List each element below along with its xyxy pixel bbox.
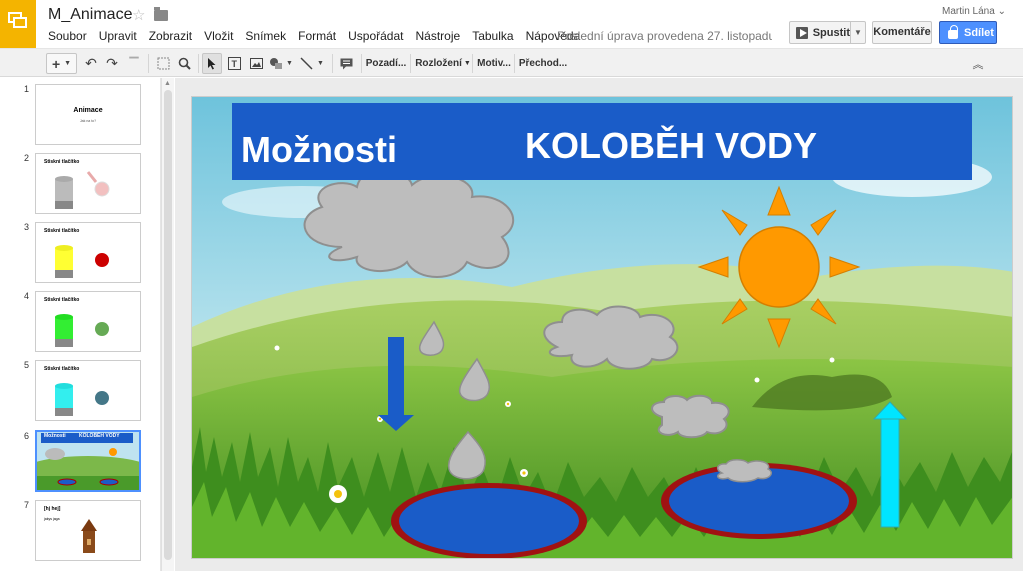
user-name-label: Martin Lána <box>942 6 995 17</box>
scrollbar-thumb[interactable] <box>164 90 172 560</box>
app-header: M_Animace ☆ Soubor Upravit Zobrazit Vlož… <box>0 0 1023 48</box>
paint-format-icon[interactable]: ▔ <box>125 53 143 74</box>
menu-arrange[interactable]: Uspořádat <box>348 29 403 43</box>
thumb-graphic <box>55 314 109 347</box>
sun-icon <box>697 185 861 349</box>
slide-thumbnail-2[interactable]: Stiskni tlačítko <box>35 153 141 214</box>
slide-number: 4 <box>24 291 30 301</box>
toolbar: + ▼ ↶ ↷ ▔ T ▼ ▼ Pozadí... Rozložení ▼ Moti… <box>0 48 1023 77</box>
slide-title-left[interactable]: Možnosti <box>241 129 397 171</box>
menu-file[interactable]: Soubor <box>48 29 87 43</box>
scroll-up-icon[interactable]: ▲ <box>164 80 171 87</box>
slide-number: 1 <box>24 84 30 94</box>
slide-filmstrip: 1 Animace Jak na to? 2 Stiskni tlačítko … <box>0 78 161 571</box>
folder-icon[interactable] <box>154 7 168 21</box>
menu-view[interactable]: Zobrazit <box>149 29 192 43</box>
slides-logo-icon[interactable] <box>0 0 36 48</box>
slide-thumbnail-7[interactable]: [hj hej] jakys jaga <box>35 500 141 561</box>
menu-format[interactable]: Formát <box>298 29 336 43</box>
slide-number: 3 <box>24 222 30 232</box>
menu-insert[interactable]: Vložit <box>204 29 233 43</box>
daisy-icon <box>329 485 347 503</box>
layout-label: Rozložení <box>415 58 462 69</box>
plus-icon: + <box>51 55 61 72</box>
menu-bar: Soubor Upravit Zobrazit Vložit Snímek Fo… <box>48 29 592 43</box>
thumb-graphic <box>55 245 109 278</box>
comments-button[interactable]: Komentáře <box>872 21 932 44</box>
present-button[interactable]: Spustit <box>789 21 851 44</box>
present-dropdown-icon[interactable]: ▼ <box>850 21 866 44</box>
slide-thumbnail-6[interactable]: Možnosti KOLOBĚH VODY <box>35 430 141 492</box>
comment-icon[interactable] <box>336 53 356 74</box>
thumb-title-left: Možnosti <box>44 433 66 439</box>
shape-icon[interactable]: ▼ <box>268 53 294 74</box>
image-icon[interactable] <box>246 53 266 74</box>
thumb-graphic <box>55 171 110 209</box>
thumb-subtitle: Jak na to? <box>79 119 97 123</box>
select-cursor-icon[interactable] <box>202 53 222 74</box>
thumb-graphic <box>37 432 139 490</box>
menu-table[interactable]: Tabulka <box>472 29 513 43</box>
slide-number: 5 <box>24 360 30 370</box>
current-slide[interactable]: Možnosti KOLOBĚH VODY <box>191 96 1013 559</box>
collapse-toolbar-icon[interactable]: ︽ <box>970 53 986 74</box>
share-button[interactable]: Sdílet <box>939 21 997 44</box>
text-box-icon[interactable]: T <box>224 53 244 74</box>
theme-button[interactable]: Motiv... <box>477 53 511 74</box>
thumb-title-right: KOLOBĚH VODY <box>79 433 120 439</box>
slide-number: 2 <box>24 153 30 163</box>
star-icon[interactable]: ☆ <box>132 6 145 24</box>
thumb-graphic <box>81 519 97 553</box>
thumb-title: Animace <box>73 107 103 114</box>
fit-icon[interactable] <box>154 53 172 74</box>
menu-tools[interactable]: Nástroje <box>416 29 461 43</box>
menu-slide[interactable]: Snímek <box>245 29 286 43</box>
thumb-graphic <box>55 383 109 416</box>
zoom-icon[interactable] <box>175 53 193 74</box>
transition-button[interactable]: Přechod... <box>519 53 567 74</box>
lock-icon <box>948 24 958 39</box>
slide-title-bar[interactable]: Možnosti KOLOBĚH VODY <box>232 103 972 180</box>
slide-number: 7 <box>24 500 30 510</box>
slide-thumbnail-4[interactable]: Stiskni tlačítko <box>35 291 141 352</box>
play-icon <box>796 26 808 39</box>
slide-number: 6 <box>24 431 30 441</box>
background-button[interactable]: Pozadí... <box>366 53 407 74</box>
svg-text:T: T <box>231 59 237 69</box>
chevron-down-icon: ▼ <box>64 60 72 67</box>
slide-thumbnail-1[interactable]: Animace Jak na to? <box>35 84 141 145</box>
slide-thumbnail-5[interactable]: Stiskni tlačítko <box>35 360 141 421</box>
redo-icon[interactable]: ↷ <box>103 53 121 74</box>
menu-edit[interactable]: Upravit <box>99 29 137 43</box>
slide-title-right[interactable]: KOLOBĚH VODY <box>525 125 817 167</box>
present-label: Spustit <box>812 26 850 39</box>
document-title[interactable]: M_Animace <box>48 6 132 24</box>
last-edit-link[interactable]: Poslední úprava provedena 27. listopadu … <box>557 29 772 43</box>
layout-button[interactable]: Rozložení ▼ <box>415 53 471 74</box>
small-cloud <box>651 394 730 439</box>
filmstrip-scrollbar[interactable]: ▲ <box>161 78 174 571</box>
line-icon[interactable]: ▼ <box>297 53 327 74</box>
undo-icon[interactable]: ↶ <box>82 53 100 74</box>
share-label: Sdílet <box>964 26 994 39</box>
slide-thumbnail-3[interactable]: Stiskni tlačítko <box>35 222 141 283</box>
user-account[interactable]: Martin Lána ⌄ <box>942 6 1006 17</box>
new-slide-button[interactable]: + ▼ <box>46 53 77 74</box>
